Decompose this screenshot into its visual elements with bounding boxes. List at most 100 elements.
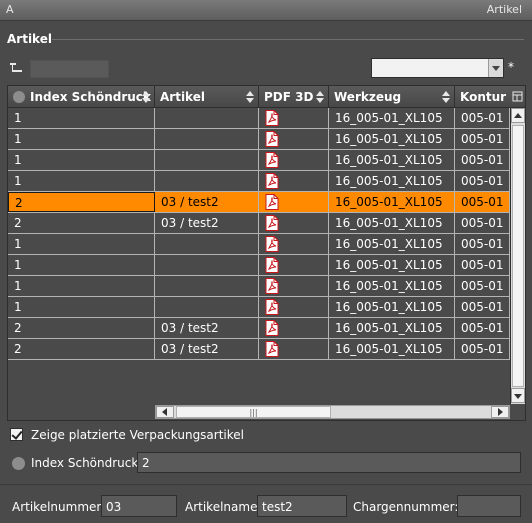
table-cell[interactable]: 005-01	[455, 129, 510, 149]
col-pdf-3d[interactable]: PDF 3D	[259, 86, 329, 108]
show-placed-checkbox[interactable]	[10, 428, 23, 441]
table-cell[interactable]: 16_005-01_XL105	[329, 213, 455, 233]
filter-input[interactable]	[30, 60, 109, 78]
col-index-schoendruck[interactable]: Index Schöndruck	[8, 86, 155, 108]
pdf-icon[interactable]	[265, 257, 279, 273]
col-artikel[interactable]: Artikel	[155, 86, 259, 108]
table-cell[interactable]: 16_005-01_XL105	[329, 234, 455, 254]
table-row[interactable]: 1 16_005-01_XL105 005-01	[8, 255, 510, 276]
vertical-scrollbar[interactable]	[510, 108, 525, 404]
table-cell[interactable]: 03 / test2	[155, 339, 259, 359]
table-cell[interactable]: 1	[8, 255, 155, 275]
table-cell[interactable]	[259, 276, 329, 296]
table-row[interactable]: 1 16_005-01_XL105 005-01	[8, 171, 510, 192]
table-row[interactable]: 2 03 / test2 16_005-01_XL105 005-01	[8, 192, 510, 213]
pdf-icon[interactable]	[265, 278, 279, 294]
table-row[interactable]: 1 16_005-01_XL105 005-01	[8, 150, 510, 171]
table-cell[interactable]	[259, 171, 329, 191]
col-kontur[interactable]: Kontur	[455, 86, 510, 108]
table-cell[interactable]	[155, 129, 259, 149]
artikelname-field[interactable]: test2	[257, 495, 347, 517]
table-cell[interactable]: 1	[8, 171, 155, 191]
sort-icon[interactable]	[142, 90, 150, 104]
table-cell[interactable]: 16_005-01_XL105	[329, 297, 455, 317]
table-cell[interactable]: 03 / test2	[155, 192, 259, 212]
table-cell[interactable]: 1	[8, 234, 155, 254]
table-cell[interactable]: 2	[8, 318, 155, 338]
table-cell[interactable]: 16_005-01_XL105	[329, 171, 455, 191]
table-cell[interactable]: 005-01	[455, 255, 510, 275]
table-cell[interactable]	[155, 297, 259, 317]
sort-icon[interactable]	[442, 90, 450, 104]
table-cell[interactable]: 16_005-01_XL105	[329, 255, 455, 275]
table-row[interactable]: 1 16_005-01_XL105 005-01	[8, 297, 510, 318]
pdf-icon[interactable]	[265, 215, 279, 231]
table-cell[interactable]: 1	[8, 150, 155, 170]
table-cell[interactable]: 005-01	[455, 234, 510, 254]
table-cell[interactable]: 005-01	[455, 108, 510, 128]
table-cell[interactable]	[259, 129, 329, 149]
table-cell[interactable]	[155, 108, 259, 128]
table-cell[interactable]: 1	[8, 108, 155, 128]
table-cell[interactable]: 005-01	[455, 318, 510, 338]
sort-icon[interactable]	[246, 90, 254, 104]
table-cell[interactable]	[259, 234, 329, 254]
pdf-icon[interactable]	[265, 152, 279, 168]
chargennummer-field[interactable]	[457, 495, 521, 517]
table-cell[interactable]	[259, 339, 329, 359]
table-cell[interactable]: 16_005-01_XL105	[329, 129, 455, 149]
pdf-icon[interactable]	[265, 236, 279, 252]
table-cell[interactable]	[155, 234, 259, 254]
scroll-up-button[interactable]	[511, 108, 525, 123]
filter-combo[interactable]	[371, 58, 504, 78]
pdf-icon[interactable]	[265, 131, 279, 147]
scroll-right-button[interactable]	[491, 406, 509, 418]
table-cell[interactable]: 16_005-01_XL105	[329, 276, 455, 296]
artikelnummer-field[interactable]: 03	[101, 495, 177, 517]
table-cell[interactable]: 03 / test2	[155, 213, 259, 233]
pdf-icon[interactable]	[265, 299, 279, 315]
table-cell[interactable]: 1	[8, 276, 155, 296]
table-cell[interactable]: 1	[8, 297, 155, 317]
pdf-icon[interactable]	[265, 173, 279, 189]
table-cell[interactable]: 005-01	[455, 276, 510, 296]
table-cell[interactable]	[259, 192, 329, 212]
table-cell[interactable]: 2	[8, 213, 155, 233]
table-row[interactable]: 1 16_005-01_XL105 005-01	[8, 234, 510, 255]
sort-icon[interactable]	[316, 90, 324, 104]
table-cell[interactable]: 16_005-01_XL105	[329, 318, 455, 338]
column-chooser-icon[interactable]	[510, 86, 525, 108]
table-cell[interactable]	[155, 150, 259, 170]
table-cell[interactable]: 005-01	[455, 192, 510, 212]
table-cell[interactable]: 16_005-01_XL105	[329, 150, 455, 170]
chevron-down-icon[interactable]	[488, 59, 503, 77]
filter-tree-icon[interactable]	[9, 61, 25, 75]
col-werkzeug[interactable]: Werkzeug	[329, 86, 455, 108]
pdf-icon[interactable]	[265, 194, 279, 210]
table-row[interactable]: 2 03 / test2 16_005-01_XL105 005-01	[8, 339, 510, 360]
table-cell[interactable]	[155, 255, 259, 275]
table-cell[interactable]: 005-01	[455, 213, 510, 233]
table-cell[interactable]: 005-01	[455, 150, 510, 170]
table-cell[interactable]: 16_005-01_XL105	[329, 339, 455, 359]
table-cell[interactable]	[259, 213, 329, 233]
table-cell[interactable]: 005-01	[455, 171, 510, 191]
horizontal-scrollbar[interactable]: |||	[155, 405, 510, 419]
table-cell[interactable]	[259, 150, 329, 170]
scroll-down-button[interactable]	[511, 388, 525, 403]
index-input[interactable]: 2	[137, 452, 521, 473]
table-cell[interactable]	[259, 108, 329, 128]
table-cell[interactable]: 005-01	[455, 297, 510, 317]
table-row[interactable]: 2 03 / test2 16_005-01_XL105 005-01	[8, 318, 510, 339]
pdf-icon[interactable]	[265, 110, 279, 126]
table-cell[interactable]: 16_005-01_XL105	[329, 108, 455, 128]
table-cell[interactable]	[155, 276, 259, 296]
pdf-icon[interactable]	[265, 320, 279, 336]
table-cell[interactable]	[259, 318, 329, 338]
table-cell[interactable]: 2	[8, 339, 155, 359]
table-row[interactable]: 1 16_005-01_XL105 005-01	[8, 129, 510, 150]
table-cell[interactable]	[259, 255, 329, 275]
table-row[interactable]: 1 16_005-01_XL105 005-01	[8, 276, 510, 297]
table-cell[interactable]: 03 / test2	[155, 318, 259, 338]
pdf-icon[interactable]	[265, 341, 279, 357]
